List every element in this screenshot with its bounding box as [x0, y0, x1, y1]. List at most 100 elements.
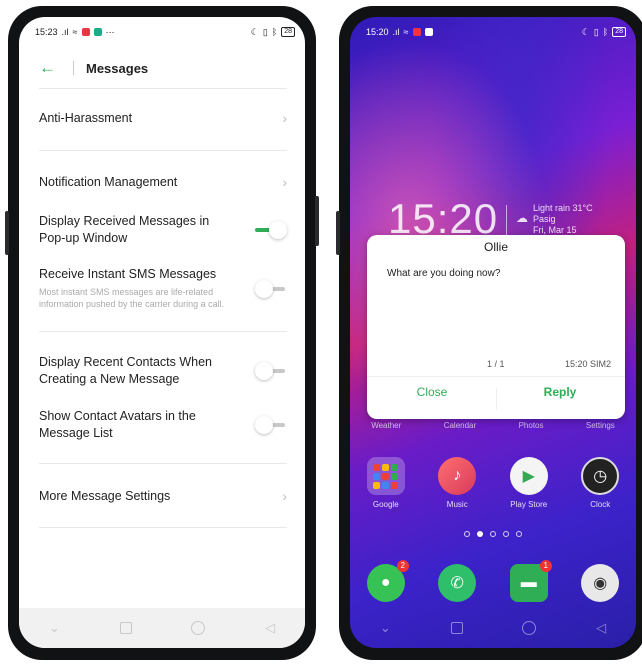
phone-frame-left: 15:23 .ıl ≈ ⋯ ☾ ▯ ᛒ 28 ← Messages Anti-H… [5, 6, 319, 660]
app-play-store[interactable]: ▶ Play Store [499, 457, 559, 509]
hide-nav-icon[interactable]: ⌄ [380, 620, 391, 636]
app-label: Weather [371, 421, 402, 430]
app-google-folder[interactable]: Google [356, 457, 416, 509]
app-music[interactable]: ♪ Music [427, 457, 487, 509]
page-dot[interactable] [490, 531, 496, 537]
divider [367, 376, 625, 377]
signal-icon: .ıl [61, 27, 69, 37]
row-label: Notification Management [39, 174, 178, 189]
chevron-right-icon: › [282, 174, 287, 190]
clock-icon: ◷ [581, 457, 620, 495]
bluetooth-icon: ᛒ [271, 27, 278, 37]
app-clock[interactable]: ◷ Clock [570, 457, 630, 509]
app-label: Calendar [443, 421, 477, 430]
row-description: Most instant SMS messages are life-relat… [39, 287, 225, 309]
row-label: Show Contact Avatars in the Message List [39, 409, 196, 440]
app-header: ← Messages [19, 51, 305, 85]
recents-button[interactable] [119, 622, 132, 634]
notification-icon [412, 28, 421, 36]
hide-nav-icon[interactable]: ⌄ [49, 620, 60, 636]
phone-frame-right: 15:20 .ıl ≈ ☾ ▯ ᛒ 28 15:20 ☁ Light rain … [336, 6, 642, 660]
row-label: More Message Settings [39, 488, 171, 503]
widget-separator [506, 205, 507, 239]
app-name: Clock [590, 500, 611, 509]
navigation-bar: ⌄ ◁ [19, 608, 305, 648]
chevron-right-icon: › [282, 110, 287, 126]
back-button[interactable]: ◁ [265, 620, 275, 636]
close-button[interactable]: Close [377, 385, 487, 399]
popup-timestamp: 15:20 SIM2 [564, 359, 611, 369]
moon-icon: ☾ [250, 26, 259, 37]
wechat-icon[interactable]: ● 2 [366, 560, 409, 602]
app-label: Settings [585, 421, 615, 430]
page-title: Messages [86, 60, 149, 76]
popup-sender: Ollie [483, 240, 508, 254]
signal-icon: .ıl [392, 27, 400, 37]
home-button[interactable] [522, 621, 537, 635]
google-folder-icon [366, 457, 405, 495]
notification-management-row[interactable]: Notification Management › [39, 170, 287, 194]
status-time: 15:20 [366, 27, 389, 37]
navigation-bar: ⌄ ◁ [350, 608, 636, 648]
bluetooth-icon: ᛒ [602, 27, 609, 37]
app-grid-row: Google ♪ Music ▶ Play Store ◷ Clock [350, 457, 636, 509]
page-dot[interactable] [464, 531, 470, 537]
instant-sms-row: Receive Instant SMS Messages Most instan… [39, 266, 287, 316]
more-settings-row[interactable]: More Message Settings › [39, 484, 287, 508]
recent-contacts-row: Display Recent Contacts When Creating a … [39, 353, 287, 389]
app-labels-row: Weather Calendar Photos Settings [350, 421, 636, 430]
anti-harassment-row[interactable]: Anti-Harassment › [39, 106, 287, 130]
home-button[interactable] [191, 621, 206, 635]
contact-avatars-row: Show Contact Avatars in the Message List [39, 407, 287, 443]
weather-widget[interactable]: Light rain 31°C Pasig Fri, Mar 15 [533, 203, 593, 236]
page-indicator [350, 531, 636, 537]
popup-message: What are you doing now? [387, 268, 501, 279]
divider [39, 150, 287, 151]
row-label: Receive Instant SMS Messages [39, 267, 217, 281]
app-label: Photos [518, 421, 544, 430]
more-icon: ⋯ [105, 26, 115, 37]
chevron-right-icon: › [282, 488, 287, 504]
header-separator [73, 61, 74, 75]
contact-avatars-toggle[interactable] [255, 416, 287, 434]
cloud-rain-icon: ☁ [516, 211, 528, 225]
popup-counter: 1 / 1 [487, 359, 505, 369]
messages-icon[interactable]: ▬ 1 [509, 560, 552, 602]
battery-icon: 28 [281, 27, 295, 37]
wifi-icon: ≈ [403, 27, 409, 37]
page-dot-active[interactable] [477, 531, 483, 537]
play-store-icon: ▶ [509, 457, 548, 495]
instant-sms-toggle[interactable] [255, 280, 287, 298]
recents-button[interactable] [450, 622, 463, 634]
wifi-icon: ≈ [72, 27, 78, 37]
phone-icon[interactable]: ✆ [438, 564, 477, 602]
back-arrow-icon[interactable]: ← [39, 58, 59, 78]
unread-badge: 2 [396, 560, 409, 572]
row-label: Display Received Messages in Pop-up Wind… [39, 214, 210, 245]
back-button[interactable]: ◁ [596, 620, 606, 636]
divider [39, 463, 287, 464]
recent-contacts-toggle[interactable] [255, 362, 287, 380]
row-label: Display Recent Contacts When Creating a … [39, 355, 212, 386]
vibrate-icon: ▯ [593, 26, 599, 37]
divider [496, 388, 497, 410]
camera-icon[interactable]: ◉ [581, 564, 620, 602]
reply-button[interactable]: Reply [505, 385, 615, 399]
music-icon: ♪ [438, 457, 477, 495]
app-name: Music [446, 500, 468, 509]
message-popup: Ollie What are you doing now? 1 / 1 15:2… [367, 235, 625, 419]
page-dot[interactable] [516, 531, 522, 537]
battery-icon: 28 [612, 27, 626, 37]
home-screen: 15:20 .ıl ≈ ☾ ▯ ᛒ 28 15:20 ☁ Light rain … [350, 17, 636, 648]
notification-icon [93, 28, 102, 36]
status-bar: 15:23 .ıl ≈ ⋯ ☾ ▯ ᛒ 28 [19, 17, 305, 47]
moon-icon: ☾ [581, 26, 590, 37]
row-label: Anti-Harassment [39, 110, 133, 125]
dock: ● 2 ✆ ▬ 1 ◉ [350, 560, 636, 602]
popup-window-toggle[interactable] [255, 221, 287, 239]
page-dot[interactable] [503, 531, 509, 537]
divider [39, 331, 287, 332]
divider [39, 527, 287, 528]
unread-badge: 1 [539, 560, 552, 572]
notification-icon [81, 28, 90, 36]
